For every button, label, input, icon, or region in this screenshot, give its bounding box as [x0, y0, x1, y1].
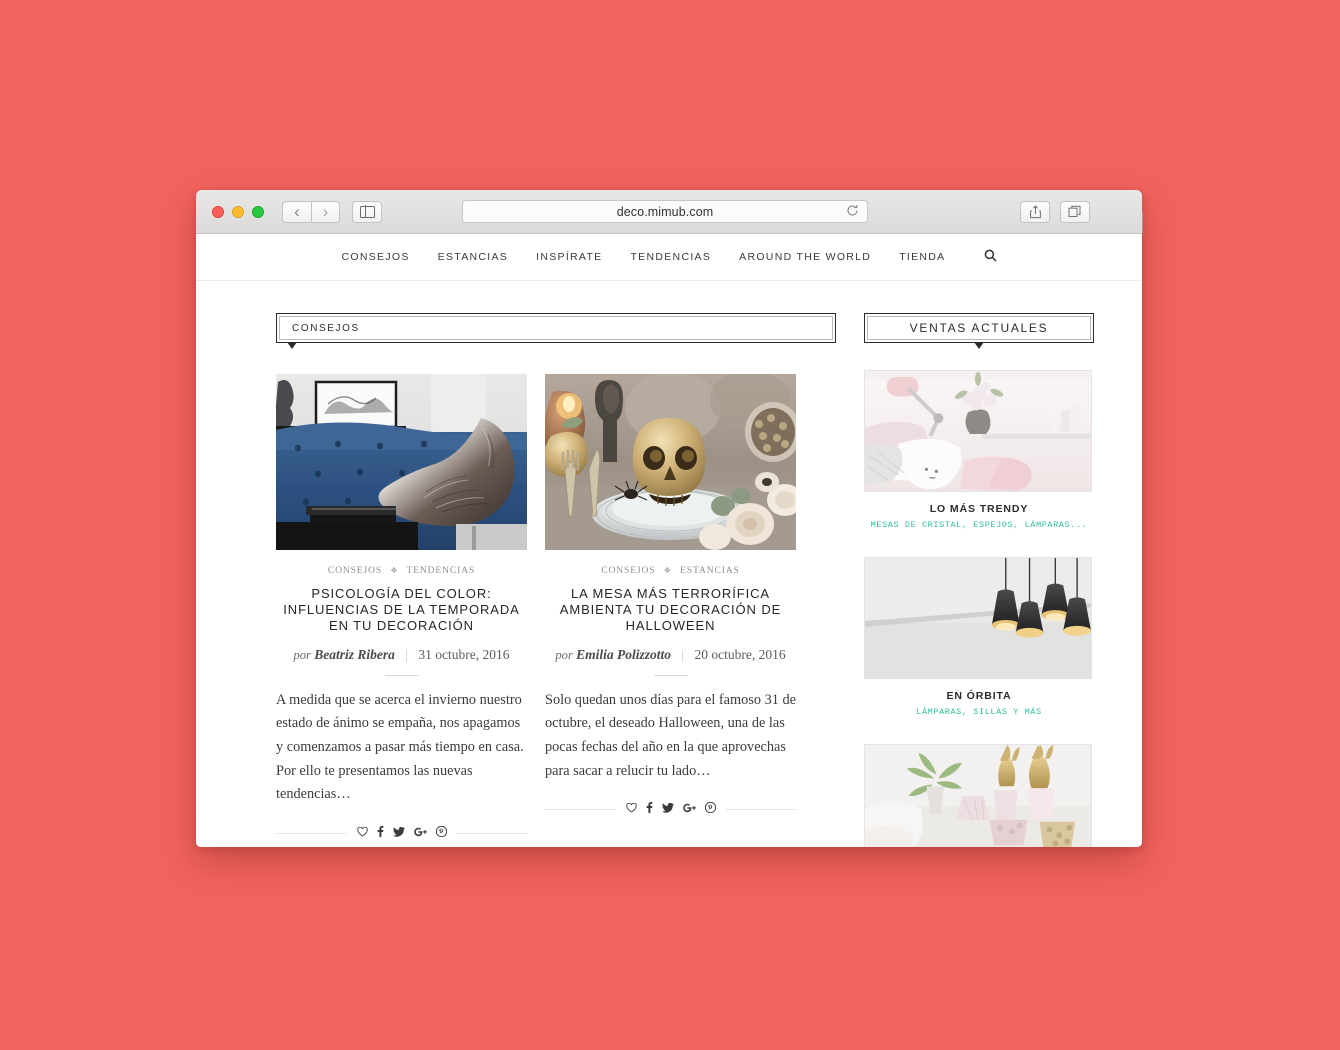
byline-prefix: por [555, 647, 573, 662]
post-date: 20 octubre, 2016 [694, 646, 786, 662]
pink-gold-decor-image [865, 745, 1091, 847]
sale-card[interactable]: ESTÉTICA IMPECABLE LA SELECCIÓN DEFINITI… [864, 744, 1094, 847]
show-sidebar-button[interactable] [352, 200, 382, 223]
posts-grid: CONSEJOS ❖ TENDENCIAS PSICOLOGÍA DEL COL… [276, 374, 836, 847]
sale-card-title: LO MÁS TRENDY [929, 503, 1029, 515]
googleplus-icon[interactable] [682, 803, 696, 816]
sidebar-section-title: VENTAS ACTUALES [909, 321, 1049, 335]
byline-prefix: por [293, 647, 311, 662]
section-header-consejos: CONSEJOS [276, 313, 836, 349]
divider [384, 674, 419, 676]
nav-item-consejos[interactable]: CONSEJOS [342, 251, 410, 263]
section-title: CONSEJOS [292, 322, 360, 334]
post-categories: CONSEJOS ❖ ESTANCIAS [545, 566, 796, 576]
sale-card[interactable]: LO MÁS TRENDY MESAS DE CRISTAL, ESPEJOS,… [864, 370, 1094, 530]
address-bar[interactable]: deco.mimub.com [462, 200, 868, 223]
heart-icon[interactable] [356, 826, 368, 840]
byline-divider: | [405, 646, 408, 662]
halloween-skull-image [545, 374, 796, 550]
titlebar-right-buttons [1020, 200, 1090, 223]
category-separator-icon: ❖ [663, 566, 672, 575]
close-window-button[interactable] [212, 205, 224, 218]
pink-bedroom-image [865, 371, 1091, 491]
post-categories: CONSEJOS ❖ TENDENCIAS [276, 566, 527, 576]
post-thumbnail[interactable] [276, 374, 527, 550]
website-viewport: CONSEJOS ESTANCIAS INSPÍRATE TENDENCIAS … [196, 234, 1142, 847]
nav-item-tendencias[interactable]: TENDENCIAS [630, 251, 711, 263]
caret-down-icon [287, 342, 297, 349]
minimize-window-button[interactable] [232, 205, 244, 218]
category-separator-icon: ❖ [390, 566, 399, 575]
maximize-window-button[interactable] [252, 205, 264, 218]
post-category[interactable]: CONSEJOS [601, 566, 655, 576]
nav-item-inspirate[interactable]: INSPÍRATE [536, 251, 602, 263]
divider [276, 832, 347, 834]
nav-item-around-the-world[interactable]: AROUND THE WORLD [739, 251, 871, 263]
post-share-row [276, 825, 527, 840]
chevron-left-icon: ‹ [294, 201, 300, 221]
post-card: CONSEJOS ❖ TENDENCIAS PSICOLOGÍA DEL COL… [276, 374, 527, 840]
post-excerpt: A medida que se acerca el invierno nuest… [276, 691, 524, 803]
post-category[interactable]: ESTANCIAS [680, 566, 740, 576]
post-category[interactable]: CONSEJOS [328, 566, 382, 576]
section-header-ventas: VENTAS ACTUALES [864, 313, 1094, 349]
post-title[interactable]: PSICOLOGÍA DEL COLOR: INFLUENCIAS DE LA … [276, 586, 527, 634]
black-gold-lamps-image [865, 558, 1091, 678]
post-author[interactable]: Emilia Polizzotto [576, 647, 671, 662]
divider [545, 808, 616, 810]
divider [725, 808, 796, 810]
page-content: CONSEJOS CONSEJOS ❖ TENDENCIAS PSICOLOGÍ… [196, 281, 1142, 847]
share-button[interactable] [1020, 200, 1050, 223]
twitter-icon[interactable] [392, 826, 405, 840]
post-byline: por Beatriz Ribera | 31 octubre, 2016 [276, 647, 527, 663]
pinterest-icon[interactable] [704, 802, 716, 816]
post-category[interactable]: TENDENCIAS [407, 566, 476, 576]
browser-window: ‹ › deco.mimub.com CONSEJOS ESTANCIAS IN… [196, 190, 1142, 847]
sidebar-column: VENTAS ACTUALES LO MÁS TRENDY MESAS DE C… [864, 313, 1094, 847]
sale-card-title: EN ÓRBITA [946, 690, 1012, 702]
post-byline: por Emilia Polizzotto | 20 octubre, 2016 [545, 647, 796, 663]
window-controls [212, 205, 264, 218]
sale-card-image[interactable] [864, 557, 1092, 679]
post-share-row [545, 802, 796, 816]
pinterest-icon[interactable] [435, 825, 447, 840]
googleplus-icon[interactable] [413, 827, 427, 840]
blue-sofa-image [276, 374, 527, 550]
navigation-buttons: ‹ › [282, 200, 340, 223]
reload-icon[interactable] [846, 204, 859, 220]
post-date: 31 octubre, 2016 [418, 646, 510, 662]
back-button[interactable]: ‹ [282, 200, 311, 223]
main-column: CONSEJOS CONSEJOS ❖ TENDENCIAS PSICOLOGÍ… [276, 313, 836, 847]
post-author[interactable]: Beatriz Ribera [314, 647, 395, 662]
nav-item-tienda[interactable]: TIENDA [899, 251, 945, 263]
forward-button[interactable]: › [311, 200, 340, 223]
nav-item-estancias[interactable]: ESTANCIAS [438, 251, 508, 263]
site-main-navigation: CONSEJOS ESTANCIAS INSPÍRATE TENDENCIAS … [196, 234, 1142, 281]
share-icon [1029, 204, 1041, 218]
show-tabs-button[interactable] [1060, 200, 1090, 223]
url-text: deco.mimub.com [616, 204, 714, 219]
browser-titlebar: ‹ › deco.mimub.com [196, 190, 1142, 234]
tabs-icon [1068, 205, 1081, 218]
sale-card-subtitle: MESAS DE CRISTAL, ESPEJOS, LÁMPARAS... [870, 520, 1088, 530]
byline-divider: | [681, 646, 685, 662]
facebook-icon[interactable] [646, 802, 653, 816]
post-thumbnail[interactable] [545, 374, 796, 550]
sidebar-icon [359, 205, 375, 218]
post-excerpt: Solo quedan unos días para el famoso 31 … [545, 691, 796, 779]
sale-card-image[interactable] [864, 744, 1092, 847]
search-icon[interactable] [984, 249, 997, 265]
sale-card-subtitle: LÁMPARAS, SILLAS Y MÁS [916, 707, 1042, 717]
caret-down-icon [974, 342, 984, 349]
chevron-right-icon: › [322, 201, 329, 221]
sale-card-image[interactable] [864, 370, 1092, 492]
sale-card[interactable]: EN ÓRBITA LÁMPARAS, SILLAS Y MÁS [864, 557, 1094, 717]
post-card: CONSEJOS ❖ ESTANCIAS LA MESA MÁS TERRORÍ… [545, 374, 796, 840]
facebook-icon[interactable] [377, 826, 384, 840]
divider [456, 832, 527, 834]
twitter-icon[interactable] [661, 802, 674, 816]
heart-icon[interactable] [625, 802, 637, 816]
post-title[interactable]: LA MESA MÁS TERRORÍFICA AMBIENTA TU DECO… [545, 586, 796, 634]
divider [653, 674, 688, 676]
